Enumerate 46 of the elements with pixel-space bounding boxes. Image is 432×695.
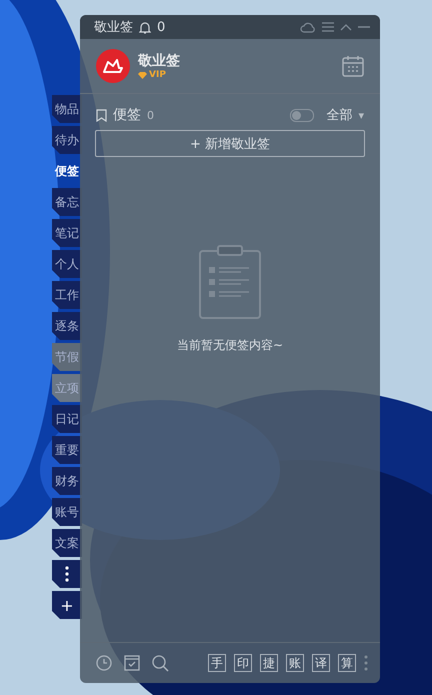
checkbox-calendar-icon[interactable] [124,655,140,671]
side-tab[interactable]: 工作 [52,281,82,309]
add-note-button[interactable]: + 新增敬业签 [95,130,365,157]
side-tab[interactable]: 文案 [52,529,82,557]
cloud-icon[interactable] [300,21,316,33]
side-tab[interactable]: 物品 [52,95,82,123]
side-tab[interactable]: 待办 [52,126,82,154]
side-tab[interactable]: 账号 [52,498,82,526]
side-tab[interactable]: 个人 [52,250,82,278]
side-tab[interactable]: 逐条 [52,312,82,340]
search-icon[interactable] [152,654,169,672]
tool-button[interactable]: 捷 [260,654,278,672]
add-tab-button[interactable]: + [52,591,82,619]
empty-message: 当前暂无便签内容~ [176,337,284,354]
toggle-switch[interactable] [290,108,314,122]
side-tab[interactable]: 便签 [52,157,82,185]
bell-icon[interactable] [139,20,151,34]
vip-label: VIP [149,70,166,80]
more-icon[interactable] [364,655,368,671]
side-tab[interactable]: 备忘 [52,188,82,216]
bookmark-icon [96,108,107,122]
section-count: 0 [147,108,154,122]
side-tab[interactable]: 笔记 [52,219,82,247]
filter-dropdown[interactable]: 全部 [326,106,352,124]
notification-count: 0 [157,20,166,34]
window-title: 敬业签 [94,19,133,36]
tool-button[interactable]: 译 [312,654,330,672]
app-logo [96,49,130,83]
collapse-icon[interactable] [340,23,352,31]
tool-button[interactable]: 印 [234,654,252,672]
tool-button[interactable]: 算 [338,654,356,672]
clipboard-icon [199,245,261,319]
side-tab[interactable]: 财务 [52,467,82,495]
menu-icon[interactable] [322,22,334,32]
side-tab[interactable]: 重要 [52,436,82,464]
more-button[interactable] [52,560,82,588]
tool-button[interactable]: 手 [208,654,226,672]
tool-button[interactable]: 账 [286,654,304,672]
clock-icon[interactable] [96,655,112,671]
diamond-icon [138,72,147,78]
calendar-icon[interactable] [342,55,364,77]
side-tab[interactable]: 日记 [52,405,82,433]
section-title: 便签 [113,106,141,124]
user-name: 敬业签 [138,52,180,70]
minimize-icon[interactable] [358,26,370,28]
more-icon [65,566,69,582]
